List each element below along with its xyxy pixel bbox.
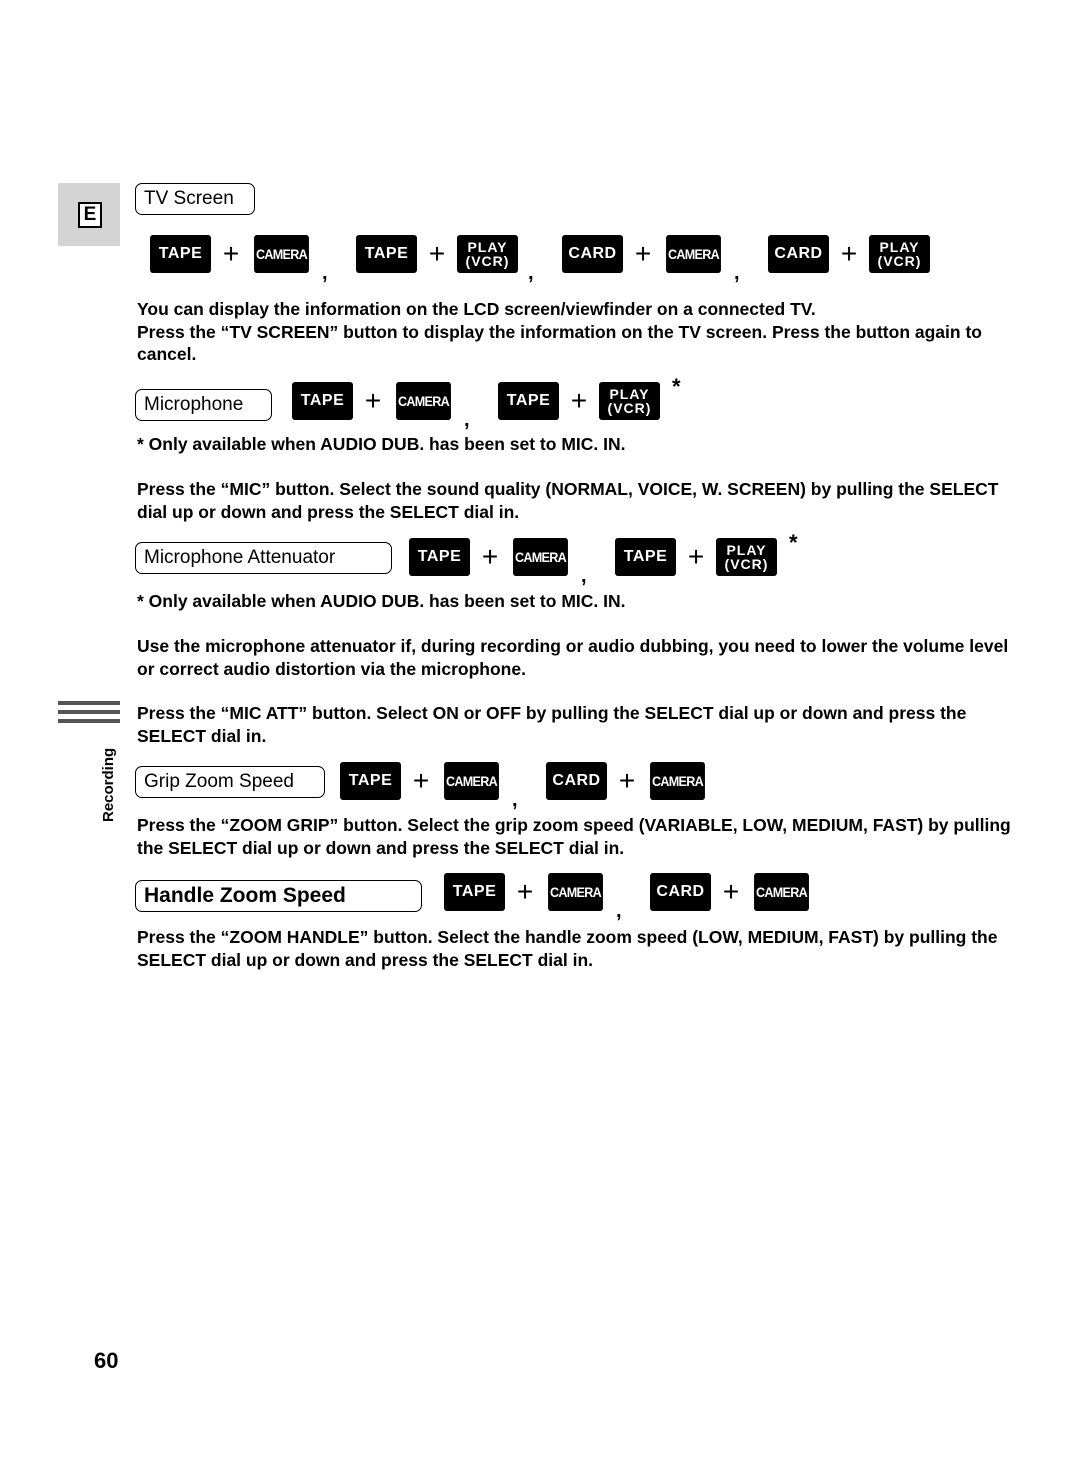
separator-comma: , [581, 565, 587, 587]
asterisk-marker: * [789, 530, 798, 555]
mode-keys-handle-zoom-speed: TAPE + CAMERA, CARD + CAMERA [444, 873, 812, 922]
plus-sign: + [428, 238, 446, 269]
mode-key-tape: TAPE [292, 382, 353, 420]
mode-key-camera: CAMERA [650, 762, 705, 800]
page-number: 60 [94, 1348, 119, 1373]
paragraph: Press the “ZOOM GRIP” button. Select the… [137, 815, 1011, 858]
plus-sign: + [222, 238, 240, 269]
footnote: * Only available when AUDIO DUB. has bee… [137, 591, 626, 611]
mode-keys-tv-screen: TAPE + CAMERA, TAPE + PLAY (VCR), CARD + CAMERA, C… [150, 235, 930, 284]
mode-key-camera: CAMERA [754, 873, 809, 911]
mode-key-tape: TAPE [498, 382, 559, 420]
mode-key-tape: TAPE [444, 873, 505, 911]
section-title-microphone: Microphone [135, 389, 272, 421]
plus-sign: + [634, 238, 652, 269]
language-letter: E [78, 202, 102, 228]
mode-key-card: CARD [768, 235, 829, 273]
chapter-label: Recording [100, 747, 117, 822]
mode-key-play: PLAY (VCR) [599, 382, 660, 420]
mode-key-card: CARD [562, 235, 623, 273]
separator-comma: , [464, 409, 470, 431]
mode-key-camera: CAMERA [548, 873, 603, 911]
plus-sign: + [412, 765, 430, 796]
section-title-grip-zoom-speed: Grip Zoom Speed [135, 766, 325, 798]
mode-key-tape: TAPE [150, 235, 211, 273]
mode-key-tape: TAPE [356, 235, 417, 273]
separator-comma: , [322, 262, 328, 284]
mode-key-card: CARD [546, 762, 607, 800]
mode-keys-microphone: TAPE + CAMERA, TAPE + PLAY (VCR) * [292, 374, 681, 431]
paragraph: You can display the information on the L… [137, 299, 982, 364]
plus-sign: + [516, 876, 534, 907]
mode-key-camera: CAMERA [396, 382, 451, 420]
language-tab: E [58, 183, 120, 246]
plus-sign: + [618, 765, 636, 796]
mode-keys-microphone-attenuator: TAPE + CAMERA, TAPE + PLAY (VCR) * [409, 530, 798, 587]
section-marker-bars [58, 701, 120, 728]
mode-key-camera: CAMERA [254, 235, 309, 273]
mode-key-tape: TAPE [615, 538, 676, 576]
paragraph: Press the “ZOOM HANDLE” button. Select t… [137, 927, 998, 970]
mode-keys-grip-zoom-speed: TAPE + CAMERA, CARD + CAMERA [340, 762, 708, 811]
plus-sign: + [481, 541, 499, 572]
mode-key-camera: CAMERA [513, 538, 568, 576]
plus-sign: + [687, 541, 705, 572]
mode-key-play: PLAY (VCR) [869, 235, 930, 273]
mode-key-play: PLAY (VCR) [716, 538, 777, 576]
section-title-microphone-attenuator: Microphone Attenuator [135, 542, 392, 574]
mode-key-tape: TAPE [340, 762, 401, 800]
paragraph: Press the “MIC ATT” button. Select ON or… [137, 703, 967, 746]
paragraph: Press the “MIC” button. Select the sound… [137, 479, 999, 522]
marker-bar [58, 701, 120, 705]
mode-key-play: PLAY (VCR) [457, 235, 518, 273]
marker-bar [58, 719, 120, 723]
plus-sign: + [570, 385, 588, 416]
separator-comma: , [528, 262, 534, 284]
section-title-tv-screen: TV Screen [135, 183, 255, 215]
separator-comma: , [616, 900, 622, 922]
mode-key-card: CARD [650, 873, 711, 911]
marker-bar [58, 710, 120, 714]
paragraph: Use the microphone attenuator if, during… [137, 636, 1009, 679]
mode-key-camera: CAMERA [444, 762, 499, 800]
plus-sign: + [840, 238, 858, 269]
section-title-handle-zoom-speed: Handle Zoom Speed [135, 880, 422, 912]
separator-comma: , [512, 789, 518, 811]
plus-sign: + [722, 876, 740, 907]
footnote: * Only available when AUDIO DUB. has bee… [137, 434, 626, 454]
separator-comma: , [734, 262, 740, 284]
plus-sign: + [364, 385, 382, 416]
asterisk-marker: * [672, 374, 681, 399]
mode-key-camera: CAMERA [666, 235, 721, 273]
mode-key-tape: TAPE [409, 538, 470, 576]
